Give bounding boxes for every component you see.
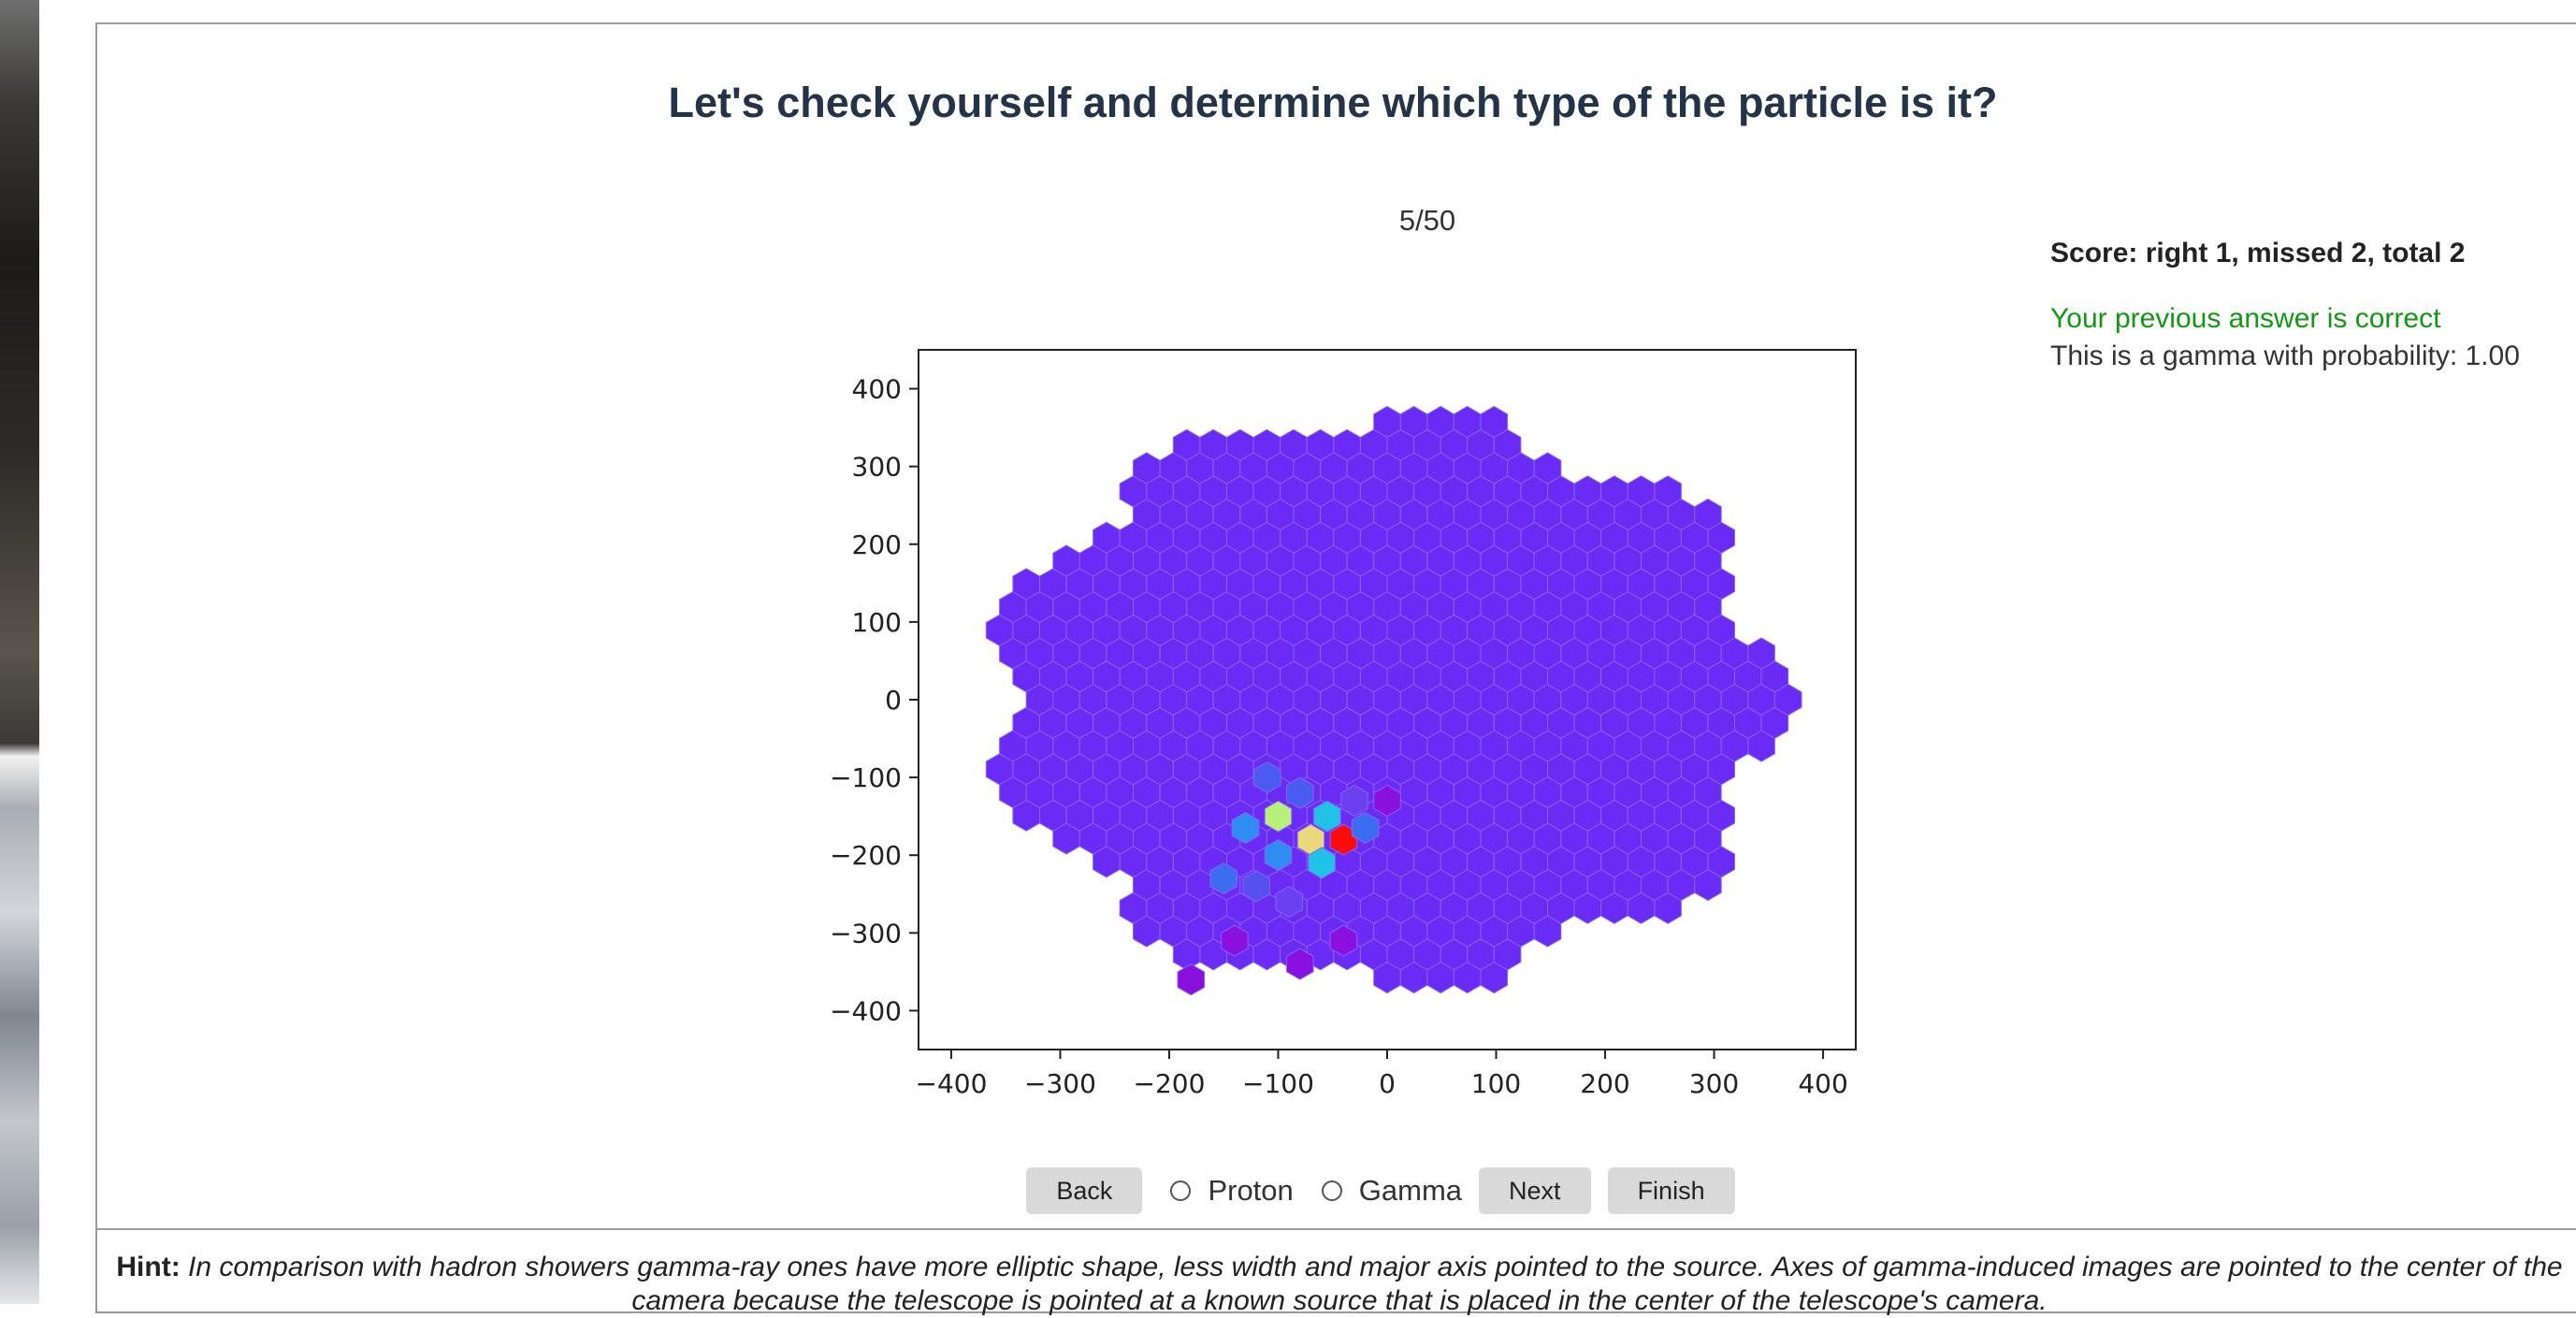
question-counter: 5/50 [1398, 204, 1456, 237]
y-tick-label: 0 [885, 685, 902, 716]
gamma-radio[interactable] [1321, 1180, 1342, 1201]
x-tick-label: −400 [916, 1068, 988, 1099]
signal-pixel [1177, 963, 1206, 996]
x-tick-label: −300 [1024, 1068, 1096, 1099]
y-tick-label: −100 [830, 762, 902, 793]
proton-radio[interactable] [1170, 1180, 1192, 1201]
page-title: Let's check yourself and determine which… [668, 79, 1998, 126]
x-tick-label: 300 [1689, 1068, 1739, 1099]
finish-button[interactable]: Finish [1607, 1167, 1735, 1214]
hint-text: In comparison with hadron showers gamma-… [188, 1252, 2563, 1316]
x-tick-label: 100 [1471, 1068, 1521, 1099]
probability-text: This is a gamma with probability: 1.00 [2050, 340, 2520, 371]
x-tick-label: 400 [1798, 1068, 1847, 1099]
y-tick-label: 400 [852, 374, 902, 405]
camera-image-chart: −400 −300 −200 −100 0 100 200 300 400 400 300 200 10… [830, 349, 1857, 1099]
y-tick-label: 100 [852, 607, 902, 638]
score-panel: Score: right 1, missed 2, total 2 Your p… [2050, 238, 2576, 372]
score-text: Score: right 1, missed 2, total 2 [2050, 238, 2466, 268]
y-tick-label: −300 [830, 918, 902, 949]
gamma-label[interactable]: Gamma [1359, 1174, 1462, 1208]
next-button[interactable]: Next [1479, 1167, 1591, 1214]
y-tick-label: −400 [830, 995, 902, 1026]
answer-controls: Back Proton Gamma Next Finish [97, 1167, 2569, 1214]
x-tick-label: −100 [1242, 1068, 1314, 1099]
back-button[interactable]: Back [1026, 1167, 1143, 1214]
y-tick-label: −200 [830, 840, 902, 871]
x-tick-label: −200 [1134, 1068, 1206, 1099]
answer-feedback: Your previous answer is correct [2050, 303, 2441, 334]
proton-label[interactable]: Proton [1208, 1174, 1293, 1208]
quiz-panel: Let's check yourself and determine which… [95, 22, 2576, 1313]
x-tick-label: 0 [1379, 1068, 1396, 1099]
y-tick-label: 300 [852, 452, 902, 483]
hint-bar: Hint: In comparison with hadron showers … [95, 1228, 2576, 1316]
x-tick-label: 200 [1580, 1068, 1629, 1099]
hint-label: Hint: [116, 1252, 181, 1282]
y-tick-label: 200 [852, 529, 902, 560]
background-photo-strip [0, 0, 39, 1304]
